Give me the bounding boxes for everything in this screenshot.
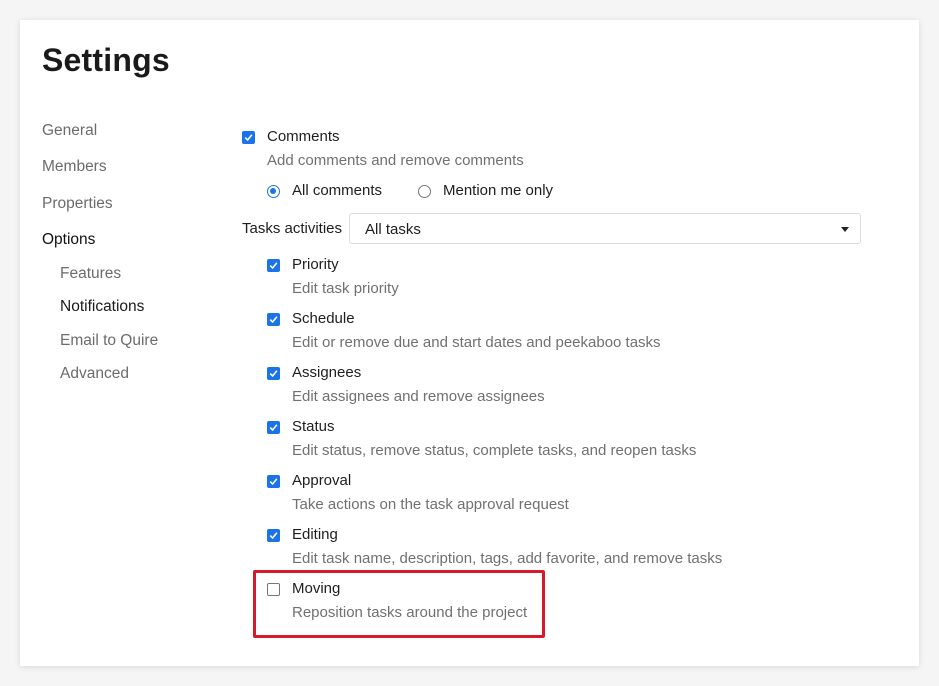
mention-me-only-label: Mention me only — [443, 182, 554, 199]
schedule-description: Edit or remove due and start dates and p… — [292, 334, 661, 351]
assignees-label: Assignees — [292, 364, 362, 381]
assignees-description: Edit assignees and remove assignees — [292, 388, 545, 405]
nav-subitem-notifications[interactable]: Notifications — [60, 298, 144, 316]
approval-label: Approval — [292, 472, 352, 489]
nav-subitem-features[interactable]: Features — [60, 265, 121, 283]
schedule-label: Schedule — [292, 310, 355, 327]
check-icon — [269, 262, 278, 270]
tasks-activities-select[interactable]: All tasks — [349, 213, 861, 244]
comments-description: Add comments and remove comments — [267, 152, 524, 169]
mention-me-only-radio[interactable] — [418, 185, 431, 198]
approval-checkbox[interactable] — [267, 475, 280, 488]
tasks-activities-label: Tasks activities — [242, 220, 343, 237]
priority-checkbox[interactable] — [267, 259, 280, 272]
moving-highlight-box — [253, 570, 545, 638]
assignees-checkbox[interactable] — [267, 367, 280, 380]
check-icon — [269, 424, 278, 432]
editing-checkbox[interactable] — [267, 529, 280, 542]
check-icon — [269, 370, 278, 378]
priority-description: Edit task priority — [292, 280, 399, 297]
schedule-checkbox[interactable] — [267, 313, 280, 326]
all-comments-label: All comments — [292, 182, 383, 199]
comments-label: Comments — [267, 128, 340, 145]
comments-checkbox[interactable] — [242, 131, 255, 144]
nav-item-options[interactable]: Options — [42, 231, 95, 249]
nav-subitem-email-to-quire[interactable]: Email to Quire — [60, 332, 158, 350]
nav-subitem-advanced[interactable]: Advanced — [60, 365, 129, 383]
check-icon — [269, 478, 278, 486]
nav-item-general[interactable]: General — [42, 122, 97, 140]
chevron-down-icon — [841, 227, 849, 232]
status-description: Edit status, remove status, complete tas… — [292, 442, 697, 459]
nav-item-properties[interactable]: Properties — [42, 195, 113, 213]
approval-description: Take actions on the task approval reques… — [292, 496, 569, 513]
check-icon — [269, 532, 278, 540]
all-comments-radio[interactable] — [267, 185, 280, 198]
priority-label: Priority — [292, 256, 339, 273]
status-label: Status — [292, 418, 335, 435]
check-icon — [244, 134, 253, 142]
settings-panel: Settings General Members Properties Opti… — [20, 20, 919, 666]
nav-item-members[interactable]: Members — [42, 158, 107, 176]
page-title: Settings — [42, 42, 170, 78]
status-checkbox[interactable] — [267, 421, 280, 434]
editing-description: Edit task name, description, tags, add f… — [292, 550, 723, 567]
check-icon — [269, 316, 278, 324]
tasks-activities-value: All tasks — [365, 221, 421, 238]
editing-label: Editing — [292, 526, 338, 543]
